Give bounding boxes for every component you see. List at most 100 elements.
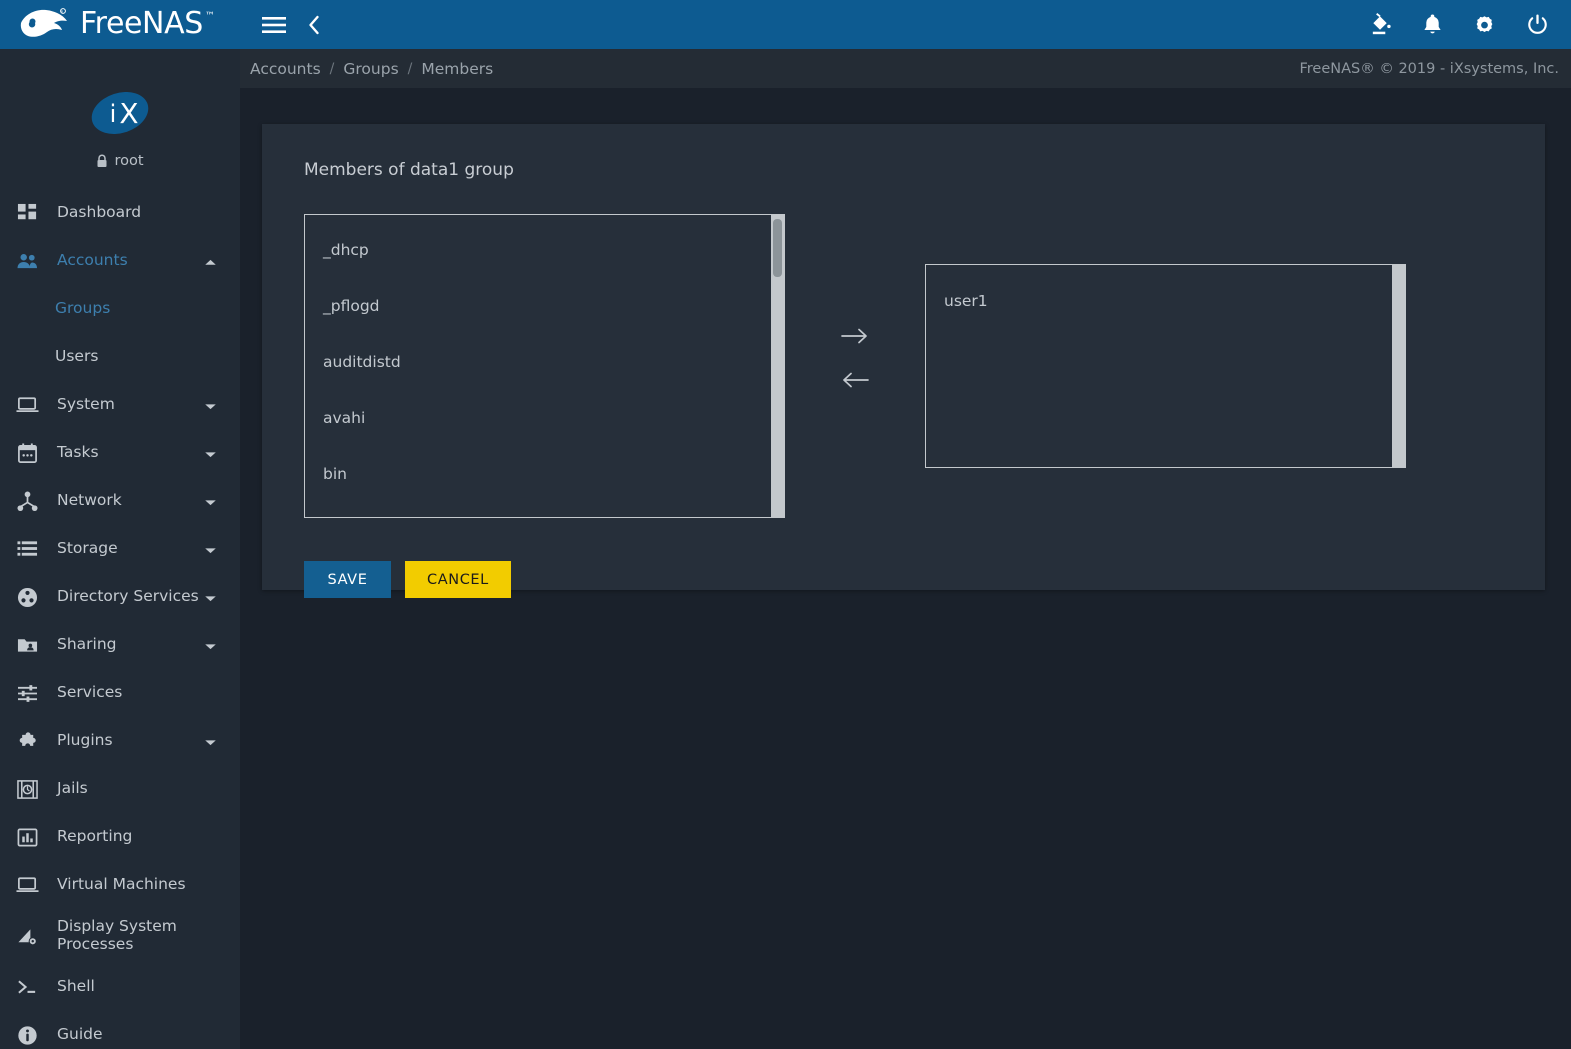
dashboard-grid-icon — [12, 201, 42, 225]
freenas-app-window: R FreeNAS ™ i X root Dashboard Accounts … — [0, 0, 1571, 1049]
sidebar: R FreeNAS ™ i X root Dashboard Accounts … — [0, 0, 240, 1049]
top-toolbar — [240, 0, 1571, 49]
page-title: Members of data1 group — [304, 160, 514, 180]
members-card: Members of data1 group _dhcp _pflogd aud… — [262, 124, 1545, 598]
sidebar-item-dashboard[interactable]: Dashboard — [0, 189, 240, 237]
sidebar-item-label: Reporting — [57, 827, 133, 846]
available-list-scrollbar[interactable] — [771, 215, 784, 517]
sidebar-item-label: Dashboard — [57, 203, 142, 222]
puzzle-icon — [12, 729, 42, 753]
list-item[interactable]: bin — [305, 446, 771, 502]
sidebar-item-storage[interactable]: Storage — [0, 525, 240, 573]
laptop-icon — [12, 393, 42, 417]
list-item[interactable]: auditdistd — [305, 334, 771, 390]
member-list-scrollbar[interactable] — [1392, 265, 1405, 467]
sidebar-item-plugins[interactable]: Plugins — [0, 717, 240, 765]
svg-text:i: i — [110, 100, 117, 128]
chevron-down-icon — [204, 732, 226, 750]
sidebar-item-label: Network — [57, 491, 122, 510]
scrollbar-thumb[interactable] — [773, 219, 782, 277]
available-members-items: _dhcp _pflogd auditdistd avahi bin — [305, 215, 771, 517]
sidebar-item-label: Directory Services — [57, 587, 199, 606]
available-members-listbox[interactable]: _dhcp _pflogd auditdistd avahi bin — [304, 214, 785, 518]
chevron-down-icon — [204, 540, 226, 558]
folder-share-icon — [12, 633, 42, 657]
sidebar-item-groups[interactable]: Groups — [0, 285, 240, 333]
list-item[interactable]: user1 — [926, 273, 1392, 329]
breadcrumb-item-groups[interactable]: Groups — [343, 60, 398, 78]
sidebar-item-network[interactable]: Network — [0, 477, 240, 525]
paint-bucket-icon[interactable] — [1369, 13, 1392, 36]
sidebar-item-sharing[interactable]: Sharing — [0, 621, 240, 669]
page-content: Members of data1 group _dhcp _pflogd aud… — [240, 88, 1571, 1049]
sidebar-item-tasks[interactable]: Tasks — [0, 429, 240, 477]
transfer-controls — [785, 214, 925, 518]
sidebar-item-directory-services[interactable]: Directory Services — [0, 573, 240, 621]
gear-icon[interactable] — [1473, 13, 1496, 36]
breadcrumb-item-accounts[interactable]: Accounts — [250, 60, 321, 78]
jails-icon — [12, 777, 42, 801]
sidebar-item-jails[interactable]: Jails — [0, 765, 240, 813]
sidebar-item-label: Jails — [57, 779, 88, 798]
breadcrumb: Accounts / Groups / Members FreeNAS® © 2… — [240, 49, 1571, 88]
user-name-label: root — [114, 153, 144, 169]
info-circle-icon — [12, 1023, 42, 1047]
list-item[interactable]: avahi — [305, 390, 771, 446]
sidebar-item-users[interactable]: Users — [0, 333, 240, 381]
arrow-left-icon[interactable] — [838, 366, 872, 394]
sidebar-item-shell[interactable]: Shell — [0, 963, 240, 1011]
chevron-up-icon — [204, 252, 226, 270]
sidebar-item-label: Storage — [57, 539, 118, 558]
brand-name: FreeNAS — [80, 6, 203, 41]
chevron-down-icon — [204, 588, 226, 606]
user-block: i X root — [0, 49, 240, 169]
brand-header[interactable]: R FreeNAS ™ — [0, 0, 240, 49]
breadcrumb-separator: / — [407, 60, 413, 77]
save-button[interactable]: SAVE — [304, 561, 391, 598]
monitor-icon — [12, 873, 42, 897]
storage-list-icon — [12, 537, 42, 561]
sidebar-item-label: Guide — [57, 1025, 103, 1044]
sidebar-item-accounts[interactable]: Accounts — [0, 237, 240, 285]
brand-trademark: ™ — [204, 11, 215, 22]
sidebar-item-guide[interactable]: Guide — [0, 1011, 240, 1049]
form-actions: SAVE CANCEL — [304, 561, 1505, 598]
main-region: Accounts / Groups / Members FreeNAS® © 2… — [240, 0, 1571, 1049]
breadcrumb-separator: / — [329, 60, 335, 77]
chevron-down-icon — [204, 444, 226, 462]
sidebar-item-label: Accounts — [57, 251, 128, 270]
sidebar-nav: Dashboard Accounts Groups Users System T… — [0, 189, 240, 1049]
calendar-icon — [12, 441, 42, 465]
current-members-listbox[interactable]: user1 — [925, 264, 1406, 468]
sidebar-item-label: Groups — [55, 299, 111, 318]
network-node-icon — [12, 489, 42, 513]
processes-gear-icon — [12, 924, 42, 948]
svg-text:R: R — [61, 9, 63, 13]
list-item[interactable]: _pflogd — [305, 278, 771, 334]
hamburger-menu-icon[interactable] — [262, 16, 286, 34]
people-icon — [12, 249, 42, 273]
sidebar-item-system[interactable]: System — [0, 381, 240, 429]
sidebar-item-label: Sharing — [57, 635, 117, 654]
sidebar-item-label: Users — [55, 347, 99, 366]
bell-icon[interactable] — [1422, 13, 1443, 36]
power-icon[interactable] — [1526, 13, 1549, 36]
chevron-left-icon[interactable] — [308, 15, 320, 35]
chevron-down-icon — [204, 636, 226, 654]
list-item[interactable]: _dhcp — [305, 222, 771, 278]
current-members-items: user1 — [926, 265, 1392, 467]
ixsystems-avatar-icon: i X — [89, 85, 151, 141]
terminal-prompt-icon — [12, 975, 42, 999]
sidebar-item-label: Shell — [57, 977, 95, 996]
bar-chart-icon — [12, 825, 42, 849]
sidebar-item-reporting[interactable]: Reporting — [0, 813, 240, 861]
breadcrumb-item-members[interactable]: Members — [421, 60, 493, 78]
arrow-right-icon[interactable] — [838, 322, 872, 350]
sidebar-item-display-system-processes[interactable]: Display System Processes — [0, 909, 240, 963]
sidebar-item-services[interactable]: Services — [0, 669, 240, 717]
chevron-down-icon — [204, 396, 226, 414]
sidebar-item-virtual-machines[interactable]: Virtual Machines — [0, 861, 240, 909]
current-user: root — [96, 153, 144, 169]
svg-text:X: X — [119, 97, 138, 130]
cancel-button[interactable]: CANCEL — [405, 561, 511, 598]
